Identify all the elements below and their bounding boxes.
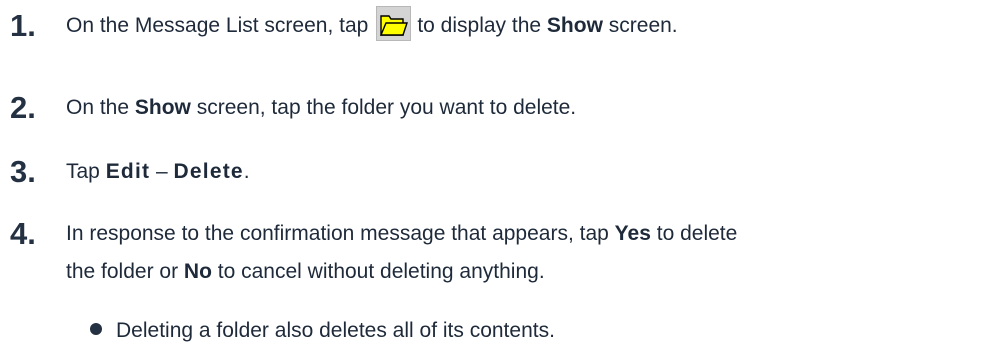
menu-separator: – (156, 160, 168, 183)
step-text-part: to cancel without deleting anything. (217, 260, 545, 283)
no-button-name: No (183, 260, 212, 283)
show-screen-name: Show (546, 14, 603, 37)
note-bullet-item: Deleting a folder also deletes all of it… (90, 318, 555, 344)
step-text-line-2: the folder or No to cancel without delet… (66, 254, 545, 289)
step-text: On the Show screen, tap the folder you w… (66, 90, 576, 125)
step-number: 3. (10, 154, 36, 189)
step-text-part: to display the (417, 14, 542, 37)
folder-open-icon[interactable] (376, 5, 412, 41)
step-text-part: to delete (656, 222, 738, 245)
step-number: 1. (10, 8, 36, 43)
step-text-part: In response to the confirmation message … (66, 222, 609, 245)
bullet-icon (90, 323, 102, 336)
step-text-part: On the Message List screen, tap (66, 14, 369, 37)
step-text: Tap Edit – Delete. (66, 154, 250, 189)
show-screen-name: Show (134, 96, 191, 119)
step-text-part: On the (66, 96, 130, 119)
step-text: On the Message List screen, tap to displ… (66, 5, 678, 43)
delete-command-name: Delete (173, 160, 244, 183)
step-text-part: the folder or (66, 260, 179, 283)
step-text-line-1: In response to the confirmation message … (66, 216, 737, 251)
step-text-part: screen. (608, 14, 678, 37)
step-number: 2. (10, 90, 36, 125)
step-text-part: . (243, 160, 250, 183)
note-text: Deleting a folder also deletes all of it… (116, 319, 555, 342)
step-text-part: screen, tap the folder you want to delet… (196, 96, 577, 119)
step-number: 4. (10, 216, 36, 251)
yes-button-name: Yes (614, 222, 651, 245)
edit-menu-name: Edit (105, 160, 151, 183)
step-text-part: Tap (66, 160, 100, 183)
